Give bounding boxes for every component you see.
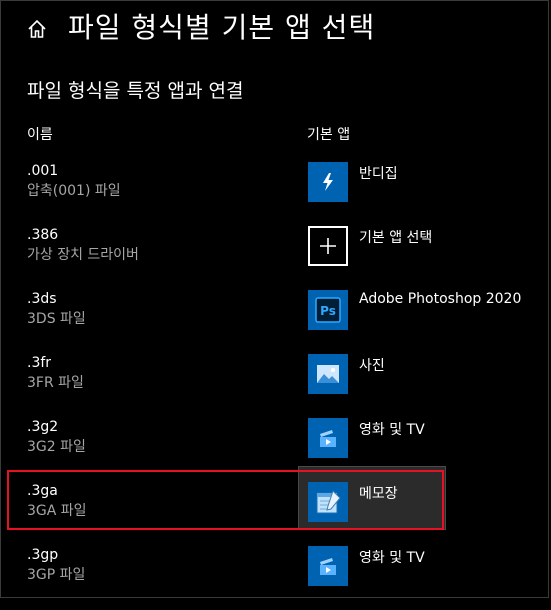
bandizip-icon bbox=[308, 162, 348, 202]
list-item: .386 가상 장치 드라이버 기본 앱 선택 bbox=[0, 226, 551, 290]
highlight-annotation-box bbox=[7, 470, 444, 530]
section-title: 파일 형식을 특정 앱과 연결 bbox=[27, 80, 244, 102]
list-item: .3ds 3DS 파일 Ps Adobe Photoshop 2020 bbox=[0, 290, 551, 354]
plus-icon bbox=[308, 226, 348, 266]
file-type-description: 압축(001) 파일 bbox=[27, 183, 121, 199]
svg-text:Ps: Ps bbox=[320, 304, 336, 318]
file-extension: .001 bbox=[27, 163, 59, 179]
file-type-info: .3fr 3FR 파일 bbox=[27, 354, 84, 392]
file-type-description: 가상 장치 드라이버 bbox=[27, 247, 139, 263]
file-extension: .3ds bbox=[27, 291, 57, 307]
app-name: 영화 및 TV bbox=[359, 422, 425, 438]
default-app-button[interactable]: 영화 및 TV bbox=[298, 408, 446, 472]
file-type-description: 3GP 파일 bbox=[27, 567, 86, 583]
default-app-button[interactable]: 반디집 bbox=[298, 152, 446, 216]
file-type-description: 3G2 파일 bbox=[27, 439, 86, 455]
file-extension: .3g2 bbox=[27, 419, 59, 435]
app-name: 영화 및 TV bbox=[359, 550, 425, 566]
file-extension: .386 bbox=[27, 227, 59, 243]
list-item: .3gp 3GP 파일 영화 및 TV bbox=[0, 546, 551, 610]
file-type-info: .3ds 3DS 파일 bbox=[27, 290, 86, 328]
photos-icon bbox=[308, 354, 348, 394]
file-type-description: 3DS 파일 bbox=[27, 311, 86, 327]
header: 파일 형식별 기본 앱 선택 bbox=[0, 0, 551, 56]
page-title: 파일 형식별 기본 앱 선택 bbox=[68, 11, 376, 44]
home-button[interactable] bbox=[20, 12, 54, 46]
file-type-info: .386 가상 장치 드라이버 bbox=[27, 226, 139, 264]
choose-default-app-button[interactable]: 기본 앱 선택 bbox=[298, 216, 446, 280]
default-app-button[interactable]: 영화 및 TV bbox=[298, 536, 446, 600]
file-type-info: .3g2 3G2 파일 bbox=[27, 418, 86, 456]
column-header-default-app: 기본 앱 bbox=[307, 127, 351, 143]
file-type-info: .001 압축(001) 파일 bbox=[27, 162, 121, 200]
file-type-info: .3gp 3GP 파일 bbox=[27, 546, 85, 584]
photoshop-icon: Ps bbox=[308, 290, 348, 330]
app-name: 사진 bbox=[359, 358, 385, 374]
file-extension: .3gp bbox=[27, 547, 59, 563]
movies-tv-icon bbox=[308, 418, 348, 458]
home-icon bbox=[28, 19, 46, 38]
list-item: .001 압축(001) 파일 반디집 bbox=[0, 162, 551, 226]
file-type-description: 3FR 파일 bbox=[27, 375, 84, 391]
app-name: Adobe Photoshop 2020 bbox=[359, 291, 522, 307]
list-item: .3fr 3FR 파일 사진 bbox=[0, 354, 551, 418]
default-app-button[interactable]: 사진 bbox=[298, 344, 446, 408]
default-app-button[interactable]: Ps Adobe Photoshop 2020 bbox=[298, 280, 521, 344]
app-name: 반디집 bbox=[359, 166, 398, 182]
file-extension: .3fr bbox=[27, 355, 52, 371]
movies-tv-icon bbox=[308, 546, 348, 586]
app-name: 기본 앱 선택 bbox=[359, 230, 433, 246]
column-header-name: 이름 bbox=[27, 127, 53, 143]
